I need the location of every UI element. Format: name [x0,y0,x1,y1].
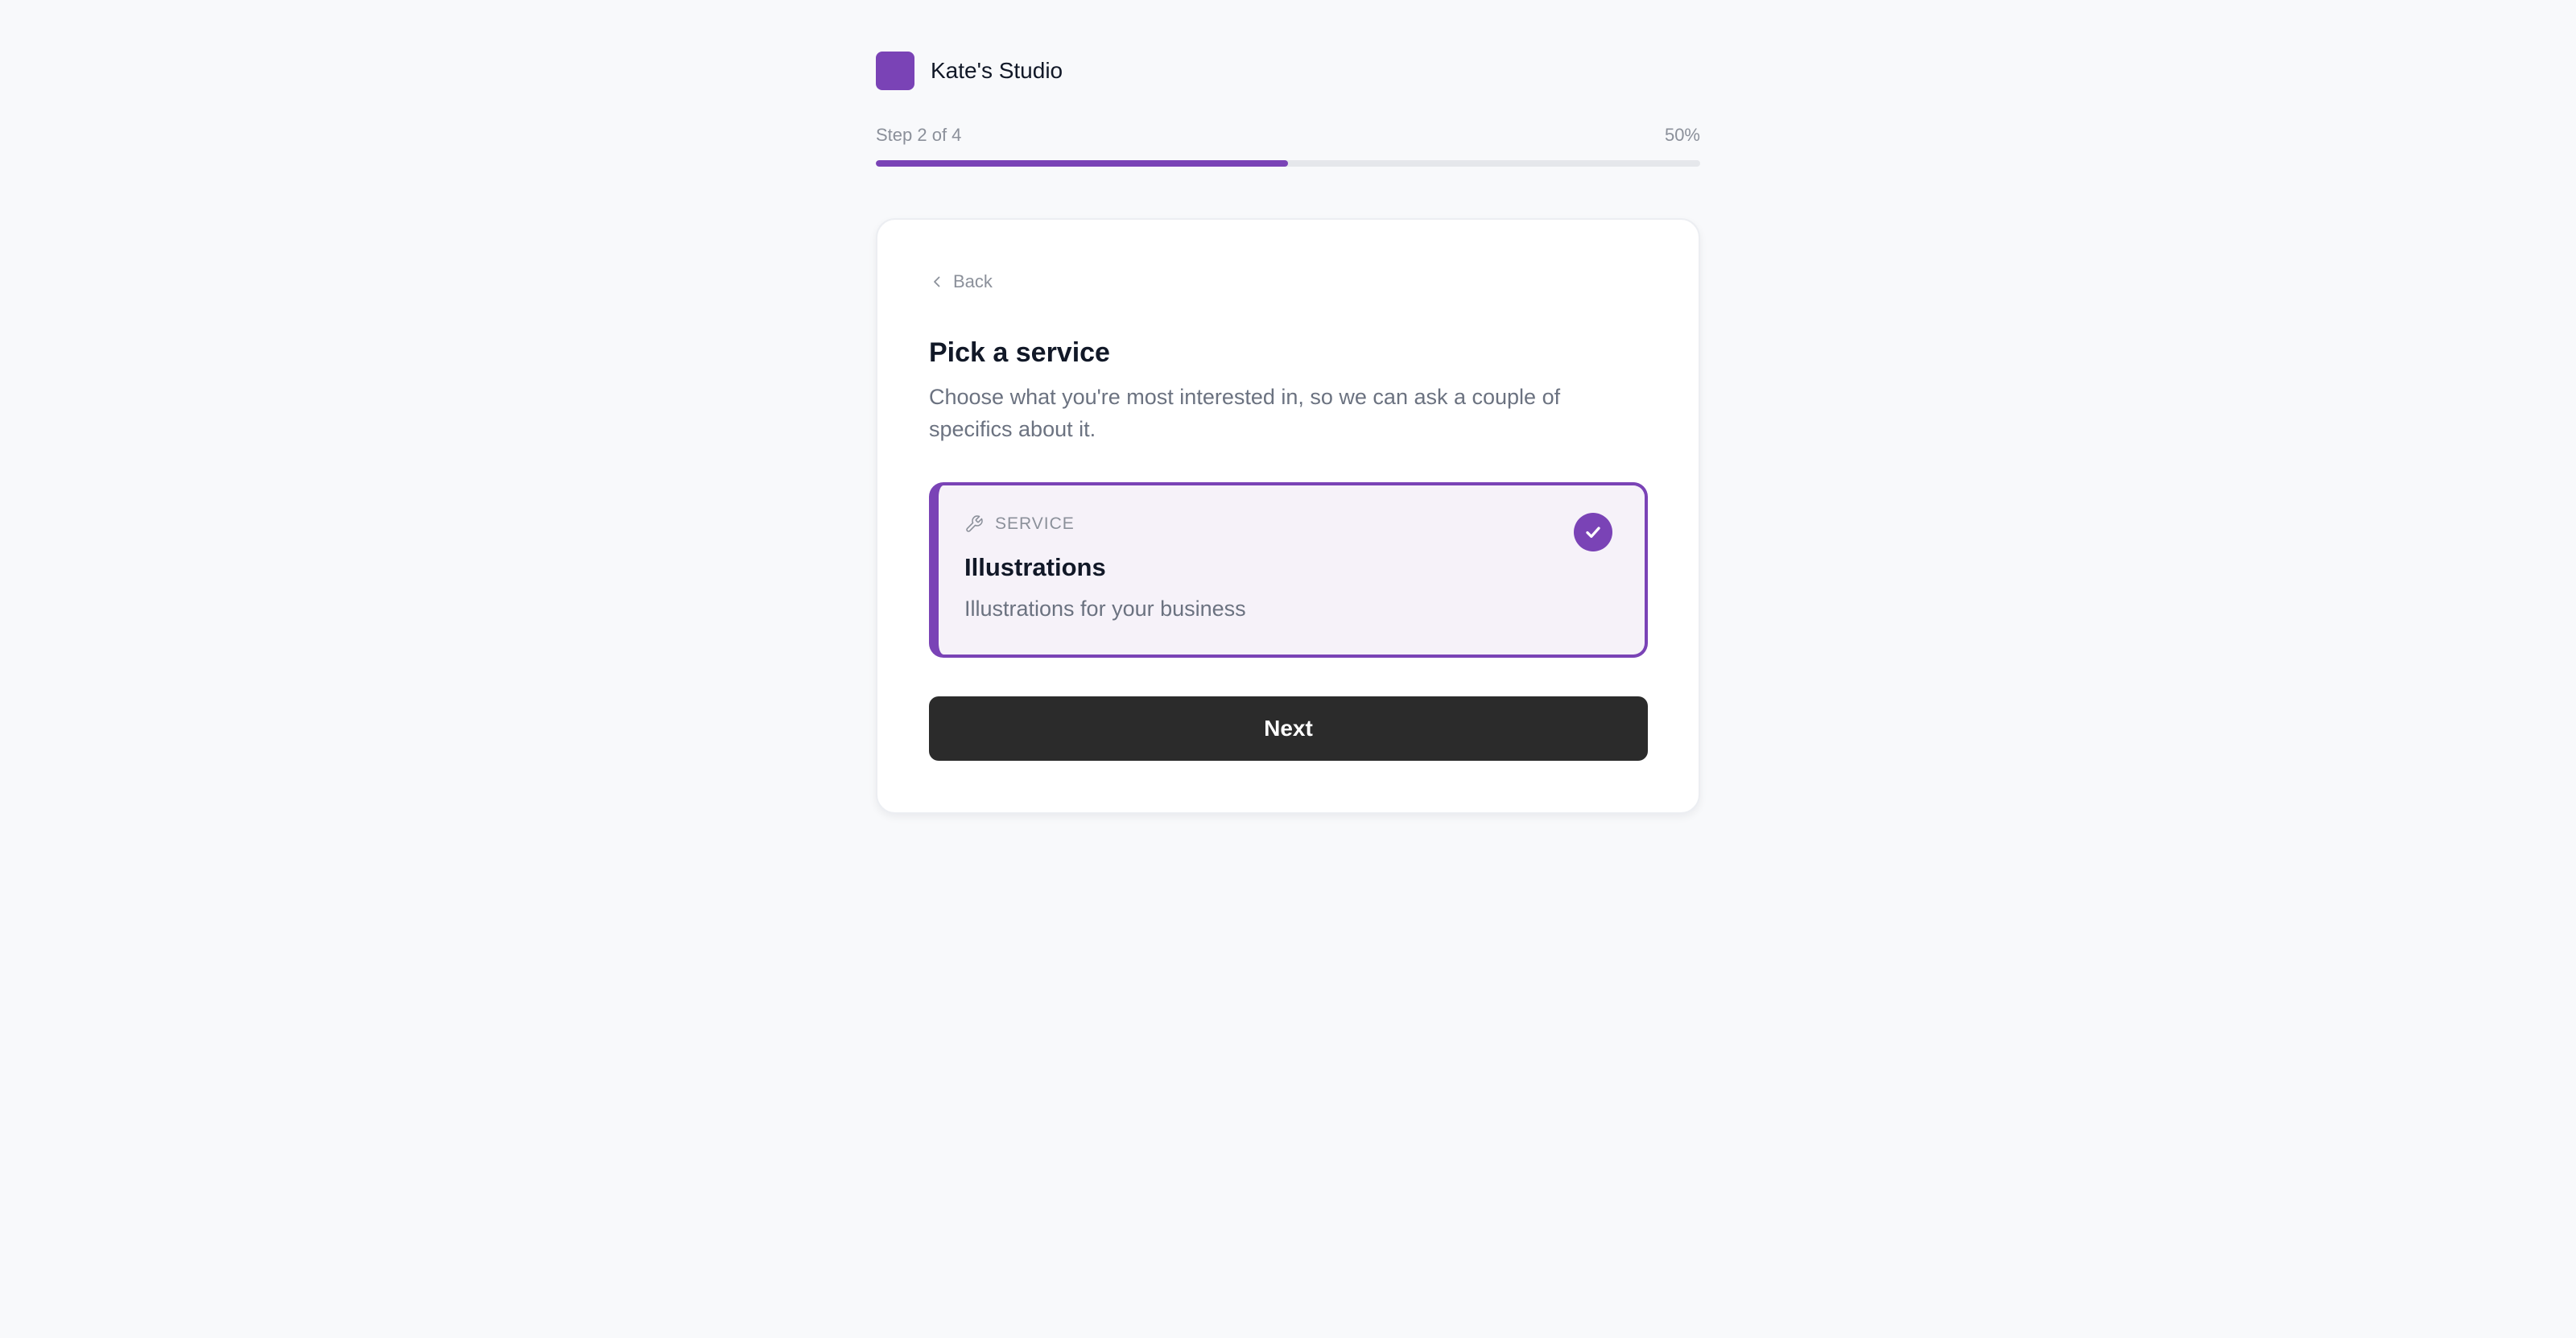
back-button[interactable]: Back [929,271,993,292]
step-card: Back Pick a service Choose what you're m… [876,218,1700,814]
service-option-illustrations[interactable]: SERVICE Illustrations Illustrations for … [929,482,1648,658]
chevron-left-icon [934,276,940,287]
wrench-icon [966,515,983,532]
progress-bar [876,160,1700,167]
page-title: Pick a service [929,337,1110,368]
option-tag: SERVICE [964,514,1075,534]
onboarding-wrapper: Kate's Studio Step 2 of 4 50% Back Pick … [876,50,1700,814]
option-description: Illustrations for your business [964,597,1246,621]
page-subtitle: Choose what you're most interested in, s… [929,385,1561,441]
selected-indicator [1574,513,1612,551]
option-title: Illustrations [964,553,1106,581]
progress-percent-label: 50% [1664,125,1700,145]
progress-step-label: Step 2 of 4 [876,125,962,145]
back-label: Back [953,271,993,291]
next-button[interactable]: Next [929,696,1648,761]
brand-logo [876,52,914,90]
brand-header: Kate's Studio [876,50,1700,92]
progress-header: Step 2 of 4 50% [876,123,1700,147]
check-icon [1586,527,1600,539]
brand-name: Kate's Studio [931,58,1063,83]
option-tag-label: SERVICE [995,514,1075,533]
progress-bar-fill [876,160,1288,167]
